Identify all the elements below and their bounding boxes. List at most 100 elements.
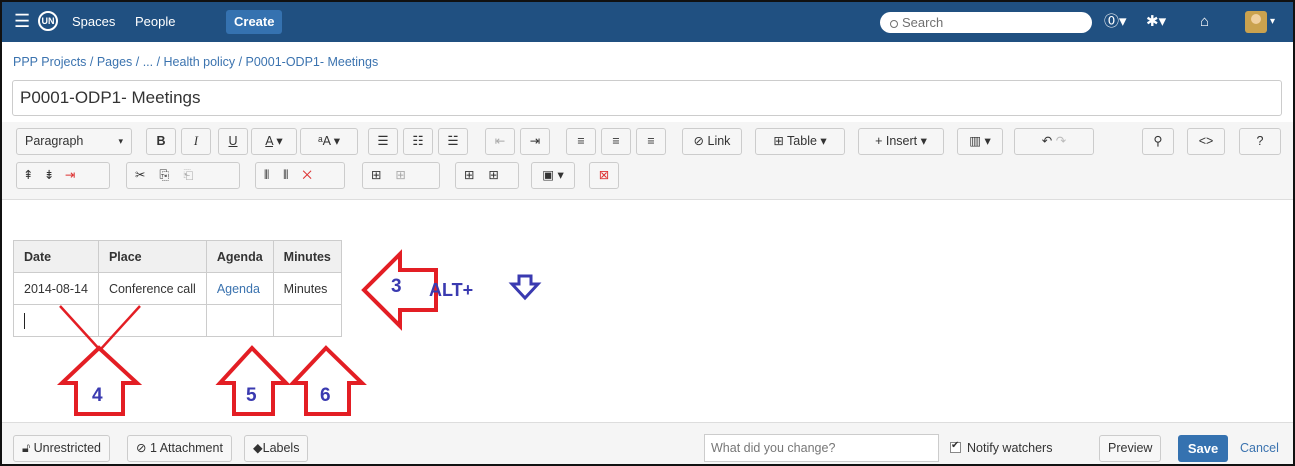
table-merge-tools: ⊞ ⊞: [455, 162, 519, 189]
insert-button[interactable]: + Insert ▾: [858, 128, 944, 155]
table-label: Table: [787, 134, 817, 148]
header-column-icon[interactable]: ⊞: [395, 168, 405, 182]
paperclip-icon: ⊘: [136, 441, 147, 455]
site-logo[interactable]: UN: [38, 11, 58, 31]
link-button[interactable]: ⊘ Link: [682, 128, 742, 155]
chevron-down-icon: ▾: [118, 136, 123, 146]
split-cells-icon[interactable]: ⊞: [488, 168, 498, 182]
bullet-list-icon[interactable]: ☰: [368, 128, 398, 155]
keyboard-shortcut-label: ALT+: [429, 280, 474, 300]
align-center-icon[interactable]: ≡: [601, 128, 631, 155]
table-cell[interactable]: Minutes: [272, 272, 342, 305]
table-cell[interactable]: Agenda: [205, 272, 274, 305]
attachments-label: 1 Attachment: [149, 441, 223, 455]
table-cell[interactable]: [205, 304, 274, 337]
insert-column-before-icon[interactable]: ⫴: [264, 168, 269, 182]
table-cell-tools: ✂ ⎘ ⎗: [126, 162, 240, 189]
outdent-icon[interactable]: ⇤: [485, 128, 515, 155]
save-button[interactable]: Save: [1178, 435, 1228, 462]
delete-row-icon[interactable]: ⇥: [65, 168, 75, 182]
header-row-icon[interactable]: ⊞: [371, 168, 381, 182]
indent-icon[interactable]: ⇥: [520, 128, 550, 155]
align-right-icon[interactable]: ≡: [636, 128, 666, 155]
checkbox[interactable]: [950, 440, 961, 453]
underline-button[interactable]: U: [218, 128, 248, 155]
breadcrumb[interactable]: PPP Projects / Pages / ... / Health poli…: [13, 55, 378, 69]
notify-watchers-checkbox[interactable]: Notify watchers: [950, 440, 1053, 455]
cancel-link[interactable]: Cancel: [1240, 441, 1279, 455]
paragraph-label: Paragraph: [25, 134, 84, 148]
insert-label: Insert: [885, 134, 918, 148]
bold-button[interactable]: B: [146, 128, 176, 155]
menu-icon[interactable]: ☰: [14, 12, 30, 30]
column-header[interactable]: Agenda: [205, 240, 274, 273]
undo-icon[interactable]: ↶: [1042, 134, 1052, 148]
insert-row-before-icon[interactable]: ⇞: [23, 168, 33, 182]
merge-cells-icon[interactable]: ⊞: [464, 168, 474, 182]
paste-row-icon[interactable]: ⎗: [183, 168, 193, 182]
align-left-icon[interactable]: ≡: [566, 128, 596, 155]
table-row: [13, 304, 342, 337]
paragraph-format-dropdown[interactable]: Paragraph ▾: [16, 128, 132, 155]
insert-column-after-icon[interactable]: ⫴: [283, 168, 288, 182]
search-input[interactable]: Search: [880, 12, 1092, 33]
cell-color-icon[interactable]: ▣ ▾: [531, 162, 575, 189]
annotation-number-4: 4: [92, 385, 103, 406]
column-header[interactable]: Date: [13, 240, 99, 273]
table-cell[interactable]: [272, 304, 342, 337]
find-replace-icon[interactable]: ⚲: [1142, 128, 1174, 155]
table-row: 2014-08-14 Conference call Agenda Minute…: [13, 272, 342, 305]
table-cell-active[interactable]: [13, 304, 99, 337]
spaces-menu[interactable]: Spaces: [72, 14, 115, 29]
column-header[interactable]: Minutes: [272, 240, 342, 273]
meetings-table: Date Place Agenda Minutes 2014-08-14 Con…: [13, 240, 342, 337]
create-button[interactable]: Create: [226, 10, 283, 34]
restrictions-button[interactable]: 🔓︎ Unrestricted: [13, 435, 110, 462]
link-label: Link: [707, 134, 731, 148]
italic-button[interactable]: I: [181, 128, 211, 155]
table-cell[interactable]: 2014-08-14: [13, 272, 99, 305]
search-icon: [890, 20, 898, 28]
preview-button[interactable]: Preview: [1099, 435, 1162, 462]
delete-column-icon[interactable]: ✕: [302, 168, 312, 182]
help-icon[interactable]: ⓪▾: [1104, 12, 1127, 32]
table-cell[interactable]: [97, 304, 207, 337]
labels-label: Labels: [262, 441, 300, 455]
table-row-tools: ⇞ ⇟ ⇥: [16, 162, 110, 189]
copy-row-icon[interactable]: ⎘: [159, 168, 169, 182]
table-column-tools: ⫴ ⫴ ✕: [255, 162, 345, 189]
cut-row-icon[interactable]: ✂: [135, 168, 145, 182]
restrictions-label: Unrestricted: [33, 441, 101, 455]
task-list-icon[interactable]: ☱: [438, 128, 468, 155]
people-link[interactable]: People: [135, 14, 175, 29]
notifications-icon[interactable]: ⌂: [1200, 12, 1209, 32]
page-title-input[interactable]: P0001-ODP1- Meetings: [12, 80, 1282, 116]
annotation-number-3: 3: [391, 276, 402, 297]
more-formatting-button[interactable]: ᵃA ▾: [300, 128, 358, 155]
attachments-button[interactable]: ⊘ 1 Attachment: [127, 435, 232, 462]
change-comment-input[interactable]: What did you change?: [704, 434, 939, 462]
undo-redo-group: ↶ ↷: [1014, 128, 1094, 155]
unlock-icon: 🔓︎: [22, 441, 31, 455]
insert-row-after-icon[interactable]: ⇟: [44, 168, 54, 182]
labels-button[interactable]: ◆Labels: [244, 435, 309, 462]
source-editor-icon[interactable]: <>: [1187, 128, 1225, 155]
column-header[interactable]: Place: [97, 240, 207, 273]
table-cell[interactable]: Conference call: [97, 272, 207, 305]
text-color-button[interactable]: A ▾: [251, 128, 297, 155]
numbered-list-icon[interactable]: ☷: [403, 128, 433, 155]
agenda-link[interactable]: Agenda: [217, 282, 260, 296]
redo-icon[interactable]: ↷: [1056, 134, 1066, 148]
gear-icon[interactable]: ✱▾: [1146, 12, 1166, 32]
avatar[interactable]: [1245, 11, 1267, 33]
table-header-tools: ⊞ ⊞: [362, 162, 440, 189]
tag-icon: ◆: [253, 441, 263, 455]
table-button[interactable]: ⊞ Table ▾: [755, 128, 845, 155]
chevron-down-icon[interactable]: ▾: [1270, 12, 1275, 32]
notify-label: Notify watchers: [967, 441, 1053, 455]
help-shortcuts-icon[interactable]: ?: [1239, 128, 1281, 155]
delete-table-icon[interactable]: ⊠: [589, 162, 619, 189]
page-layout-icon[interactable]: ▥ ▾: [957, 128, 1003, 155]
top-navigation-bar: ☰ UN Spaces People Create Search ⓪▾ ✱▾ ⌂…: [2, 2, 1293, 42]
search-placeholder: Search: [902, 15, 944, 30]
